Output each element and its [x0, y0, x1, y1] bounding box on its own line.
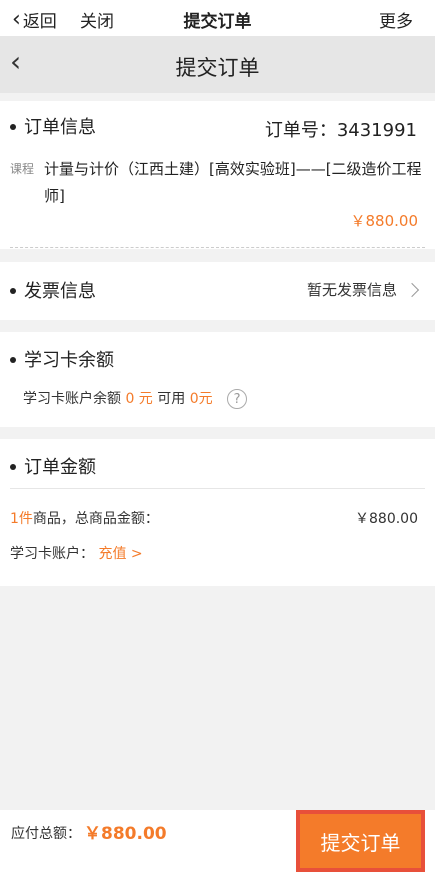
bullet-dot-icon — [10, 463, 16, 470]
study-card-title: 学习卡余额 — [10, 346, 114, 372]
page-title: 提交订单 — [175, 56, 260, 80]
card-account-label: 学习卡账户： — [10, 546, 94, 562]
course-name: 计量与计价（江西土建）[高效实验班]——[二级造价工程师] — [44, 160, 422, 205]
bullet-dot-icon — [10, 287, 16, 294]
order-amount-title: 订单金额 — [10, 453, 96, 479]
top-bar: ‹ 返回 关闭 提交订单 更多 — [0, 0, 435, 36]
nav-bar: ‹ 提交订单 — [0, 36, 435, 93]
chevron-right-icon — [404, 282, 420, 297]
available-label: 可用 — [157, 391, 186, 407]
recharge-link[interactable]: 充值 > — [98, 546, 142, 562]
invoice-title: 发票信息 — [10, 277, 96, 303]
goods-label: 商品，总商品金额： — [32, 511, 159, 527]
bullet-dot-icon — [10, 356, 16, 363]
divider — [10, 488, 425, 489]
study-card-balance-line: 学习卡账户余额 0 元 可用 0元 ? — [23, 388, 248, 409]
invoice-card[interactable]: 发票信息 暂无发票信息 — [0, 262, 435, 320]
order-number: 订单号：3431991 — [264, 120, 417, 141]
dashed-divider — [10, 247, 425, 248]
invoice-status: 暂无发票信息 — [306, 281, 397, 299]
order-info-card: 订单信息 订单号：3431991 课程 计量与计价（江西土建）[高效实验班]——… — [0, 101, 435, 249]
order-amount-card: 订单金额 1件商品，总商品金额： ￥880.00 学习卡账户： 充值 > — [0, 439, 435, 586]
bullet-dot-icon — [10, 123, 16, 130]
more-button[interactable]: 更多 — [379, 7, 413, 32]
bottom-bar: 应付总额： ￥880.00 提交订单 — [0, 810, 435, 873]
course-price: ￥880.00 — [350, 212, 419, 230]
goods-summary: 1件商品，总商品金额： — [10, 508, 159, 528]
due-value: ￥880.00 — [84, 824, 167, 844]
top-title: 提交订单 — [183, 12, 252, 32]
available-value: 0元 — [189, 391, 213, 407]
help-icon[interactable]: ? — [227, 389, 248, 409]
invoice-value[interactable]: 暂无发票信息 — [306, 279, 420, 300]
balance-label: 学习卡账户余额 — [23, 391, 121, 407]
submit-order-button[interactable]: 提交订单 — [296, 810, 425, 872]
order-info-title: 订单信息 — [10, 113, 96, 139]
balance-value: 0 元 — [125, 391, 153, 407]
card-account-line: 学习卡账户： 充值 > — [10, 543, 143, 563]
goods-count: 1件 — [10, 511, 33, 527]
due-label: 应付总额： — [11, 826, 81, 842]
study-card-section: 学习卡余额 学习卡账户余额 0 元 可用 0元 ? — [0, 332, 435, 427]
goods-total: ￥880.00 — [355, 511, 418, 527]
course-tag: 课程 — [10, 162, 35, 176]
